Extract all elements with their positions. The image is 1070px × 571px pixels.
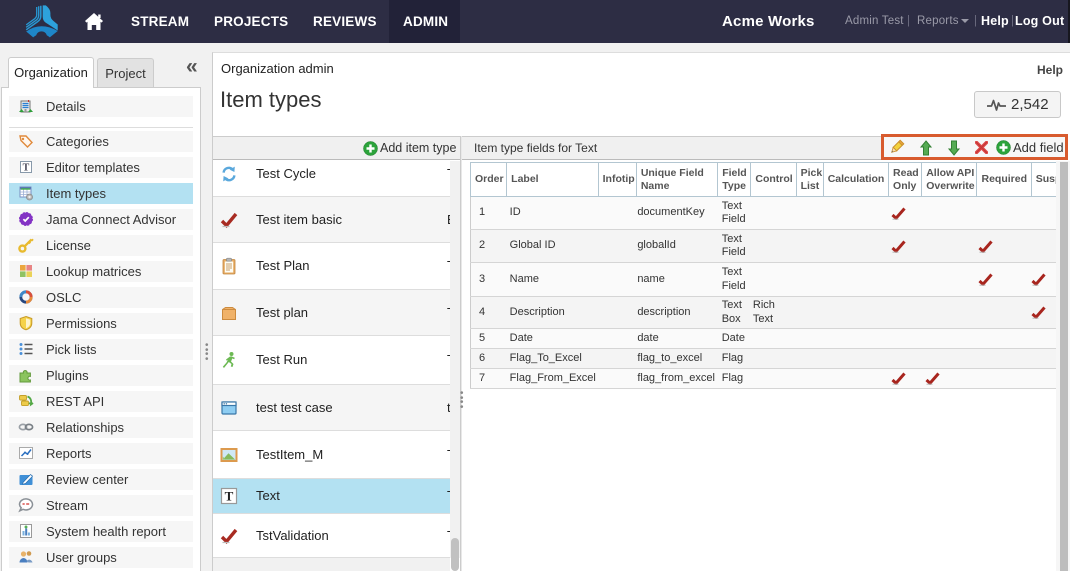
svg-text:T: T: [225, 489, 234, 504]
svg-text:T: T: [23, 163, 30, 174]
